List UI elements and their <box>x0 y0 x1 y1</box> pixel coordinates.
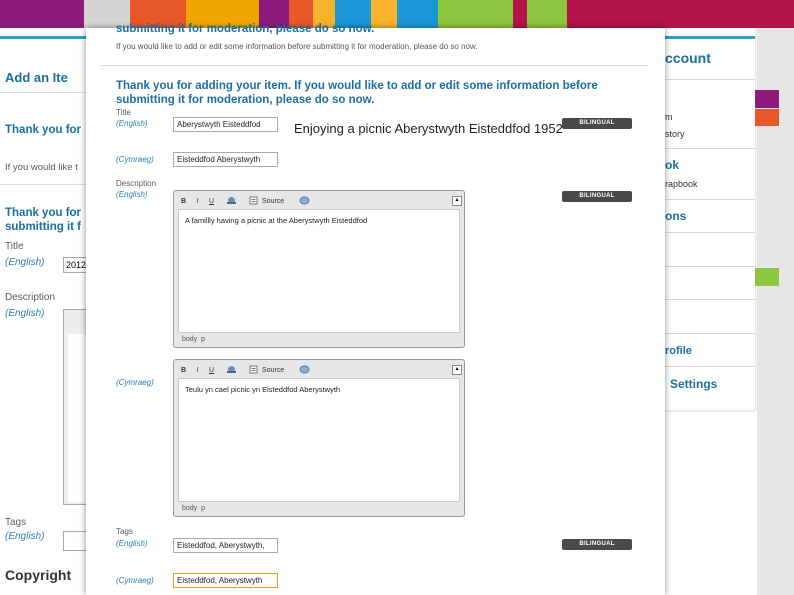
tags-welsh-input[interactable]: Eisteddfod, Aberystwyth <box>173 573 278 588</box>
bg-thanks-text: Thank you for <box>5 124 82 136</box>
bg-description-label: Description <box>5 292 56 303</box>
italic-button[interactable]: I <box>192 365 203 376</box>
divider <box>663 232 755 233</box>
banner-stripe <box>513 0 527 28</box>
bilingual-button-description[interactable]: BILINGUAL <box>562 191 632 202</box>
underline-button[interactable]: U <box>206 196 217 207</box>
bilingual-button-tags[interactable]: BILINGUAL <box>562 539 632 550</box>
description-english-textarea[interactable]: A famillly having a picnic at the Aberys… <box>178 209 460 333</box>
banner-stripe <box>527 0 567 28</box>
maximize-icon[interactable]: ▴ <box>452 365 462 375</box>
modal-partial-hint: If you would like to add or edit some in… <box>116 42 478 51</box>
path-p[interactable]: p <box>201 505 205 512</box>
editor-toolbar: B I U Source <box>178 194 310 208</box>
source-button[interactable]: Source <box>262 198 284 205</box>
link-icon[interactable] <box>226 365 237 376</box>
modal-content: submitting it for moderation, please do … <box>100 23 648 595</box>
bg-title-label: Title <box>5 241 24 252</box>
banner-stripe <box>0 0 84 28</box>
modal-heading-line2: submitting it for moderation, please do … <box>116 94 375 106</box>
special-icon[interactable] <box>299 196 310 207</box>
maximize-icon[interactable]: ▴ <box>452 196 462 206</box>
image-caption-overlay: Enjoying a picnic Aberystwyth Eisteddfod… <box>294 121 563 136</box>
path-body[interactable]: body <box>182 336 197 343</box>
bg-tags-input[interactable] <box>63 531 87 551</box>
source-icon[interactable] <box>248 196 259 207</box>
source-icon[interactable] <box>248 365 259 376</box>
banner-stripe <box>567 0 794 28</box>
bg-thanks2-line1: Thank you for <box>5 207 82 219</box>
modal-dialog: submitting it for moderation, please do … <box>86 23 665 595</box>
divider <box>663 299 755 300</box>
menu-item-2b[interactable]: rapbook <box>665 179 698 189</box>
account-heading: ccount <box>665 50 711 66</box>
menu-item-2a[interactable]: ok <box>665 158 679 172</box>
description-welsh-editor[interactable]: B I U Source ▴ Teulu yn cael picnic yn E… <box>173 359 465 517</box>
divider <box>0 184 86 185</box>
special-icon[interactable] <box>299 365 310 376</box>
divider <box>663 148 755 149</box>
bg-editor-area <box>68 334 87 502</box>
editor-path: body p <box>182 336 205 343</box>
divider <box>663 366 755 367</box>
banner-stripe <box>371 0 397 28</box>
underline-button[interactable]: U <box>206 365 217 376</box>
bg-tags-label: Tags <box>5 517 27 528</box>
link-icon[interactable] <box>226 196 237 207</box>
divider <box>663 79 755 80</box>
title-label: Title <box>116 108 131 117</box>
title-lang-english: (English) <box>116 119 148 128</box>
source-button[interactable]: Source <box>262 367 284 374</box>
bilingual-button-title[interactable]: BILINGUAL <box>562 118 632 129</box>
tags-lang-welsh: (Cymraeg) <box>116 576 154 585</box>
modal-heading-line1: Thank you for adding your item. If you w… <box>116 80 598 92</box>
title-lang-welsh: (Cymraeg) <box>116 155 154 164</box>
side-tab-purple[interactable] <box>755 90 779 108</box>
side-tab-green[interactable] <box>755 268 779 286</box>
tags-english-input[interactable]: Eisteddfod, Aberystwyth, <box>173 538 278 553</box>
tags-lang-english: (English) <box>116 539 148 548</box>
menu-item-1b[interactable]: story <box>665 129 685 139</box>
divider <box>663 333 755 334</box>
bg-hint-text: If you would like t <box>5 162 78 173</box>
description-welsh-textarea[interactable]: Teulu yn cael picnic yn Eisteddfod Abery… <box>178 378 460 502</box>
bg-description-editor[interactable] <box>63 309 87 505</box>
title-english-input[interactable]: Aberystwyth Eisteddfod <box>173 117 278 132</box>
bg-title-lang: (English) <box>5 257 45 268</box>
modal-partial-title: submitting it for moderation, please do … <box>116 23 375 35</box>
title-welsh-input[interactable]: Eisteddfod Aberystwyth <box>173 152 278 167</box>
banner-stripe <box>438 0 513 28</box>
add-item-heading: Add an Ite <box>5 70 68 85</box>
bg-copyright-heading: Copyright <box>5 567 72 583</box>
side-tab-orange[interactable] <box>755 109 779 126</box>
bg-description-lang: (English) <box>5 308 45 319</box>
description-label: Description <box>116 179 157 188</box>
editor-path: body p <box>182 505 205 512</box>
path-p[interactable]: p <box>201 336 205 343</box>
bold-button[interactable]: B <box>178 196 189 207</box>
italic-button[interactable]: I <box>192 196 203 207</box>
description-english-editor[interactable]: B I U Source ▴ A famillly having a picni… <box>173 190 465 348</box>
editor-toolbar: B I U Source <box>178 363 310 377</box>
bg-title-input[interactable]: 2012 <box>63 257 86 273</box>
divider <box>663 199 755 200</box>
banner-stripe <box>397 0 438 28</box>
account-accent-line <box>663 36 755 39</box>
bg-thanks2-line2: submitting it f <box>5 221 82 233</box>
menu-item-profile[interactable]: rofile <box>665 345 692 357</box>
menu-item-3[interactable]: ons <box>665 209 686 223</box>
bg-accent-line <box>0 36 86 39</box>
divider <box>0 92 86 93</box>
divider <box>663 266 755 267</box>
description-lang-welsh: (Cymraeg) <box>116 378 154 387</box>
tags-label: Tags <box>116 527 133 536</box>
divider <box>100 65 648 66</box>
bold-button[interactable]: B <box>178 365 189 376</box>
bg-tags-lang: (English) <box>5 531 45 542</box>
path-body[interactable]: body <box>182 505 197 512</box>
menu-item-1a[interactable]: m <box>665 112 673 122</box>
description-lang-english: (English) <box>116 190 148 199</box>
menu-item-settings[interactable]: Settings <box>670 377 717 391</box>
